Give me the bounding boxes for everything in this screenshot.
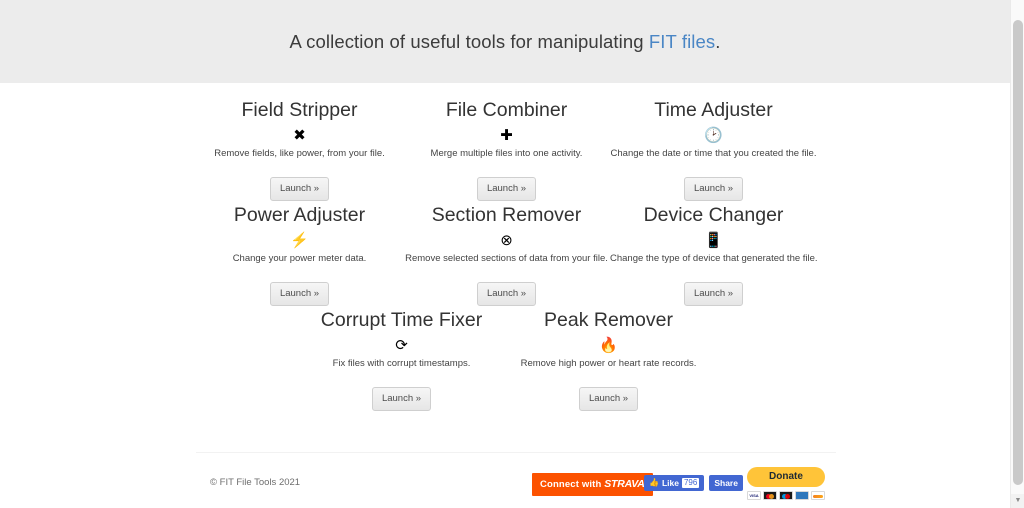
launch-wrap: Launch » [610, 282, 817, 306]
discover-card-icon [811, 491, 825, 500]
lightning-bolt-icon: ⚡ [290, 232, 309, 249]
flame-icon: 🔥 [599, 337, 618, 354]
strava-prefix-label: Connect with [540, 479, 605, 490]
tool-title: Field Stripper [241, 99, 358, 121]
tool-description: Remove high power or heart rate records. [520, 358, 697, 369]
footer-content: © FIT File Tools 2021 Connect with STRAV… [196, 453, 836, 505]
scroll-down-arrow-icon[interactable]: ▼ [1011, 494, 1024, 508]
scrollbar-thumb[interactable] [1013, 20, 1023, 485]
tools-container: Field Stripper ✖ Remove fields, like pow… [0, 97, 1010, 411]
tool-card-file-combiner: File Combiner ✚ Merge multiple files int… [403, 97, 610, 201]
facebook-social-group: 👍 Like 796 Share [644, 475, 743, 491]
copyright-text: © FIT File Tools 2021 [210, 477, 301, 488]
tagline-prefix: A collection of useful tools for manipul… [289, 30, 649, 52]
close-x-icon: ✖ [293, 127, 306, 144]
tool-title: Peak Remover [544, 309, 673, 331]
visa-card-icon [747, 491, 761, 500]
tool-description: Fix files with corrupt timestamps. [332, 358, 471, 369]
tool-description: Remove fields, like power, from your fil… [214, 148, 385, 159]
launch-wrap: Launch » [196, 282, 403, 306]
launch-wrap: Launch » [196, 177, 403, 201]
page-footer: © FIT File Tools 2021 Connect with STRAV… [0, 452, 1010, 505]
facebook-share-button[interactable]: Share [709, 475, 743, 491]
launch-wrap: Launch » [298, 387, 505, 411]
tool-title: Power Adjuster [233, 204, 366, 226]
page-root: A collection of useful tools for manipul… [0, 0, 1024, 508]
tool-description: Change your power meter data. [232, 253, 367, 264]
tool-title: Device Changer [643, 204, 784, 226]
tools-row-3: Corrupt Time Fixer ⟳ Fix files with corr… [14, 307, 996, 411]
launch-wrap: Launch » [403, 282, 610, 306]
amex-card-icon [795, 491, 809, 500]
facebook-like-label: Like [661, 478, 679, 488]
tools-row-1: Field Stripper ✖ Remove fields, like pow… [14, 97, 996, 201]
connect-with-strava-button[interactable]: Connect with STRAVA [532, 473, 653, 496]
launch-button-section-remover[interactable]: Launch » [476, 282, 537, 306]
clock-icon: 🕑 [704, 127, 723, 144]
refresh-icon: ⟳ [395, 337, 408, 354]
tool-title: File Combiner [445, 99, 568, 121]
maestro-card-icon [779, 491, 793, 500]
tool-card-device-changer: Device Changer 📱 Change the type of devi… [610, 202, 818, 306]
mastercard-card-icon [763, 491, 777, 500]
paypal-donate-group: Donate [747, 467, 825, 500]
paypal-donate-button[interactable]: Donate [747, 467, 825, 487]
tool-description: Change the type of device that generated… [610, 253, 818, 264]
tool-description: Change the date or time that you created… [610, 148, 817, 159]
launch-wrap: Launch » [403, 177, 610, 201]
thumbs-up-icon: 👍 [649, 478, 659, 487]
jumbotron-banner: A collection of useful tools for manipul… [0, 0, 1010, 83]
facebook-share-label: Share [714, 478, 738, 488]
tool-card-peak-remover: Peak Remover 🔥 Remove high power or hear… [505, 307, 712, 411]
launch-button-corrupt-time-fixer[interactable]: Launch » [371, 387, 432, 411]
vertical-scrollbar[interactable]: ▼ [1010, 0, 1024, 508]
strava-brand-label: STRAVA [604, 478, 645, 490]
facebook-like-button[interactable]: 👍 Like 796 [644, 475, 705, 491]
launch-button-power-adjuster[interactable]: Launch » [269, 282, 330, 306]
fit-files-link[interactable]: FIT files [649, 31, 715, 52]
tool-description: Merge multiple files into one activity. [430, 148, 583, 159]
mobile-device-icon: 📱 [704, 232, 723, 249]
circle-x-icon: ⊗ [500, 232, 513, 249]
launch-button-field-stripper[interactable]: Launch » [269, 177, 330, 201]
launch-button-time-adjuster[interactable]: Launch » [683, 177, 744, 201]
tool-card-corrupt-time-fixer: Corrupt Time Fixer ⟳ Fix files with corr… [298, 307, 505, 411]
tool-card-section-remover: Section Remover ⊗ Remove selected sectio… [403, 202, 610, 306]
tool-card-field-stripper: Field Stripper ✖ Remove fields, like pow… [196, 97, 403, 201]
plus-icon: ✚ [500, 127, 513, 144]
tool-card-power-adjuster: Power Adjuster ⚡ Change your power meter… [196, 202, 403, 306]
tool-description: Remove selected sections of data from yo… [405, 253, 608, 264]
tool-title: Section Remover [431, 204, 582, 226]
facebook-like-count: 796 [681, 478, 700, 488]
launch-button-file-combiner[interactable]: Launch » [476, 177, 537, 201]
tools-row-2: Power Adjuster ⚡ Change your power meter… [14, 202, 996, 306]
launch-wrap: Launch » [610, 177, 817, 201]
launch-wrap: Launch » [505, 387, 712, 411]
tool-title: Corrupt Time Fixer [320, 309, 483, 331]
tagline-suffix: . [715, 30, 721, 52]
payment-card-logos [747, 491, 825, 500]
launch-button-device-changer[interactable]: Launch » [683, 282, 744, 306]
launch-button-peak-remover[interactable]: Launch » [578, 387, 639, 411]
page-tagline: A collection of useful tools for manipul… [290, 31, 721, 53]
tool-card-time-adjuster: Time Adjuster 🕑 Change the date or time … [610, 97, 817, 201]
tool-title: Time Adjuster [654, 99, 773, 121]
